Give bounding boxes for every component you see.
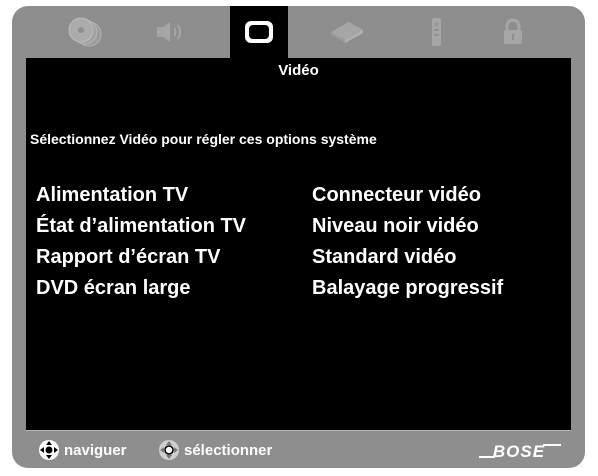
instruction-text: Sélectionnez Vidéo pour régler ces optio…: [30, 131, 377, 147]
select-label: sélectionner: [184, 441, 273, 459]
tab-disc[interactable]: [56, 6, 114, 58]
navigate-hint: naviguer: [38, 439, 127, 461]
option-alimentation-tv[interactable]: Alimentation TV: [36, 180, 246, 211]
select-hint: sélectionner: [158, 439, 272, 461]
option-rapport-ecran-tv[interactable]: Rapport d’écran TV: [36, 242, 246, 273]
option-connecteur-video[interactable]: Connecteur vidéo: [312, 180, 503, 211]
footer-bar: naviguer sélectionner BOSE: [26, 430, 571, 468]
tab-video[interactable]: [230, 6, 288, 58]
options-column-left: Alimentation TV État d’alimentation TV R…: [36, 180, 246, 304]
option-dvd-ecran-large[interactable]: DVD écran large: [36, 273, 246, 304]
bose-logo-text: BOSE: [493, 442, 545, 461]
dpad-navigate-icon: [39, 440, 59, 460]
disc-icon: [68, 17, 102, 47]
category-tab-bar: [12, 6, 585, 58]
option-niveau-noir-video[interactable]: Niveau noir vidéo: [312, 211, 503, 242]
screen-title: Vidéo: [278, 62, 319, 79]
dvd-player-icon: [331, 22, 363, 43]
speaker-icon: [157, 22, 181, 42]
tv-icon: [245, 21, 273, 43]
bose-logo: BOSE: [477, 441, 563, 466]
bose-logo-mark: BOSE: [479, 442, 561, 461]
remote-icon: [432, 18, 441, 46]
tab-audio[interactable]: [140, 6, 198, 58]
options-column-right: Connecteur vidéo Niveau noir vidéo Stand…: [312, 180, 503, 304]
tab-lock[interactable]: [484, 6, 542, 58]
option-balayage-progressif[interactable]: Balayage progressif: [312, 273, 503, 304]
menu-frame: Vidéo Sélectionnez Vidéo pour régler ces…: [12, 6, 585, 468]
video-menu-screen: Vidéo Sélectionnez Vidéo pour régler ces…: [26, 58, 571, 430]
lock-icon: [504, 18, 522, 44]
tab-remote[interactable]: [407, 6, 465, 58]
tab-dvd-player[interactable]: [318, 6, 376, 58]
option-standard-video[interactable]: Standard vidéo: [312, 242, 503, 273]
navigate-label: naviguer: [64, 441, 127, 459]
dpad-select-icon: [159, 440, 179, 460]
option-etat-alimentation-tv[interactable]: État d’alimentation TV: [36, 211, 246, 242]
